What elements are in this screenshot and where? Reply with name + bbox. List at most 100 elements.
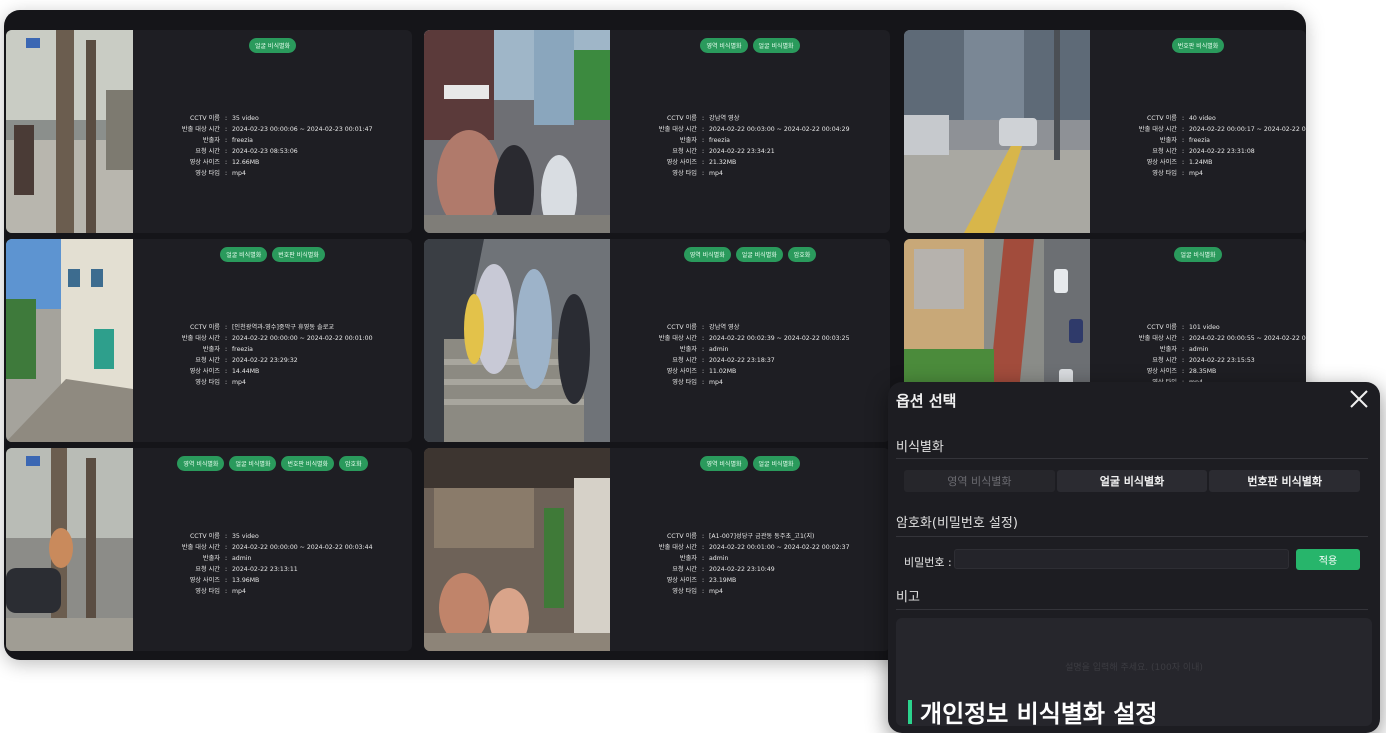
badge: 얼굴 비식별화 bbox=[1174, 247, 1222, 262]
video-thumbnail[interactable] bbox=[424, 30, 610, 233]
meta-label: 반출자 bbox=[1159, 346, 1177, 353]
close-icon[interactable] bbox=[1348, 388, 1370, 410]
meta-value: mp4 bbox=[232, 379, 246, 386]
meta-label: 영상 사이즈 bbox=[189, 368, 220, 375]
meta-label: 영상 사이즈 bbox=[666, 368, 697, 375]
deid-option-group: 영역 비식별화 얼굴 비식별화 번호판 비식별화 bbox=[904, 470, 1361, 492]
meta-value: 2024-02-22 23:13:11 bbox=[232, 566, 298, 573]
option-face-deid[interactable]: 얼굴 비식별화 bbox=[1056, 470, 1208, 492]
meta-label: CCTV 이름 bbox=[666, 115, 697, 122]
meta-label: CCTV 이름 bbox=[1146, 324, 1177, 331]
video-meta: CCTV 이름:40 video 반출 대상 시간:2024-02-22 00:… bbox=[1090, 113, 1306, 179]
video-card[interactable]: 영역 비식별화 얼굴 비식별화 CCTV 이름: [A1-007]성당구 금관동 … bbox=[424, 448, 890, 651]
meta-value: freezia bbox=[1189, 137, 1210, 144]
meta-value: 23.19MB bbox=[709, 577, 737, 584]
meta-label: 반출 대상 시간 bbox=[1138, 126, 1177, 133]
meta-label: 반출자 bbox=[1159, 137, 1177, 144]
meta-label: 영상 사이즈 bbox=[666, 159, 697, 166]
meta-value: mp4 bbox=[709, 588, 723, 595]
meta-label: CCTV 이름 bbox=[666, 533, 697, 540]
video-card[interactable]: 얼굴 비식별화 CCTV 이름:35 video 반출 대상 시간:2024-0… bbox=[6, 30, 412, 233]
password-label: 비밀번호 : bbox=[904, 556, 952, 569]
meta-value: 101 video bbox=[1189, 324, 1220, 331]
meta-label: CCTV 이름 bbox=[189, 324, 220, 331]
meta-value: 13.96MB bbox=[232, 577, 260, 584]
meta-value: mp4 bbox=[1189, 170, 1203, 177]
meta-value: 2024-02-23 00:00:06 ~ 2024-02-23 00:01:4… bbox=[232, 126, 373, 133]
meta-value: admin bbox=[709, 346, 729, 353]
meta-value: 2024-02-22 00:00:55 ~ 2024-02-22 00:02:5… bbox=[1189, 335, 1306, 342]
meta-label: 반출 대상 시간 bbox=[658, 335, 697, 342]
meta-label: 반출자 bbox=[679, 555, 697, 562]
meta-label: 영상 타입 bbox=[195, 588, 220, 595]
meta-value: 11.02MB bbox=[709, 368, 737, 375]
meta-value: 2024-02-22 00:03:00 ~ 2024-02-22 00:04:2… bbox=[709, 126, 850, 133]
password-input[interactable] bbox=[954, 549, 1289, 569]
apply-button[interactable]: 적용 bbox=[1296, 549, 1360, 570]
video-meta: CCTV 이름:101 video 반출 대상 시간:2024-02-22 00… bbox=[1090, 322, 1306, 388]
meta-label: 반출 대상 시간 bbox=[181, 335, 220, 342]
divider bbox=[896, 536, 1368, 537]
meta-value: 2024-02-22 23:18:37 bbox=[709, 357, 775, 364]
meta-label: 반출 대상 시간 bbox=[181, 544, 220, 551]
meta-value: [인천광역과-영수]중막구 휴영동 솔로교 bbox=[232, 324, 335, 331]
meta-value: 12.66MB bbox=[232, 159, 260, 166]
badge-list: 영역 비식별화 얼굴 비식별화 번호판 비식별화 암호화 bbox=[133, 456, 412, 471]
meta-value: 35 video bbox=[232, 533, 259, 540]
badge-list: 얼굴 비식별화 bbox=[133, 38, 412, 53]
option-area-deid[interactable]: 영역 비식별화 bbox=[904, 470, 1055, 492]
video-meta: CCTV 이름:35 video 반출 대상 시간:2024-02-22 00:… bbox=[133, 531, 373, 597]
meta-label: 반출 대상 시간 bbox=[658, 544, 697, 551]
video-meta: CCTV 이름:35 video 반출 대상 시간:2024-02-23 00:… bbox=[133, 113, 373, 179]
badge: 영역 비식별화 bbox=[700, 38, 748, 53]
meta-label: 영상 사이즈 bbox=[666, 577, 697, 584]
meta-value: 2024-02-22 00:01:00 ~ 2024-02-22 00:02:3… bbox=[709, 544, 850, 551]
video-card[interactable]: 영역 비식별화 얼굴 비식별화 번호판 비식별화 암호화 CCTV 이름:35 … bbox=[6, 448, 412, 651]
option-plate-deid[interactable]: 번호판 비식별화 bbox=[1209, 470, 1361, 492]
meta-value: freezia bbox=[232, 137, 253, 144]
video-meta: CCTV 이름: [A1-007]성당구 금관동 동주초_고1(지) 반출 대상 … bbox=[610, 531, 850, 597]
meta-value: 40 video bbox=[1189, 115, 1216, 122]
video-card[interactable]: 번호판 비식별화 CCTV 이름:40 video 반출 대상 시간:2024-… bbox=[904, 30, 1306, 233]
meta-value: mp4 bbox=[232, 170, 246, 177]
badge: 암호화 bbox=[339, 456, 368, 471]
meta-label: 요청 시간 bbox=[1152, 148, 1177, 155]
video-thumbnail[interactable] bbox=[904, 30, 1090, 233]
meta-label: 영상 타입 bbox=[672, 588, 697, 595]
meta-label: 반출 대상 시간 bbox=[1138, 335, 1177, 342]
badge: 영역 비식별화 bbox=[700, 456, 748, 471]
video-thumbnail[interactable] bbox=[6, 239, 133, 442]
video-card[interactable]: 영역 비식별화 얼굴 비식별화 CCTV 이름: 강남역 영상 반출 대상 시간:… bbox=[424, 30, 890, 233]
meta-value: 2024-02-22 00:00:00 ~ 2024-02-22 00:01:0… bbox=[232, 335, 373, 342]
video-card[interactable]: 얼굴 비식별화 번호판 비식별화 CCTV 이름: [인천광역과-영수]중막구 휴… bbox=[6, 239, 412, 442]
caption-text: 개인정보 비식별화 설정 bbox=[920, 700, 1158, 728]
video-thumbnail[interactable] bbox=[424, 448, 610, 651]
meta-label: 요청 시간 bbox=[672, 148, 697, 155]
meta-value: 2024-02-22 23:34:21 bbox=[709, 148, 775, 155]
meta-label: 영상 사이즈 bbox=[1146, 159, 1177, 166]
badge-list: 영역 비식별화 얼굴 비식별화 bbox=[610, 38, 890, 53]
meta-label: 영상 타입 bbox=[672, 170, 697, 177]
video-thumbnail[interactable] bbox=[6, 448, 133, 651]
video-thumbnail[interactable] bbox=[6, 30, 133, 233]
badge: 얼굴 비식별화 bbox=[752, 38, 800, 53]
meta-label: 요청 시간 bbox=[672, 566, 697, 573]
meta-value: 28.35MB bbox=[1189, 368, 1217, 375]
dialog-title: 옵션 선택 bbox=[896, 392, 957, 410]
video-thumbnail[interactable] bbox=[424, 239, 610, 442]
meta-label: 요청 시간 bbox=[195, 357, 220, 364]
meta-value: 2024-02-22 00:00:17 ~ 2024-02-22 00:01:2… bbox=[1189, 126, 1306, 133]
meta-label: CCTV 이름 bbox=[189, 533, 220, 540]
meta-label: 반출자 bbox=[202, 346, 220, 353]
video-meta: CCTV 이름: 강남역 영상 반출 대상 시간:2024-02-22 00:03… bbox=[610, 113, 850, 179]
video-card[interactable]: 영역 비식별화 얼굴 비식별화 암호화 CCTV 이름: 강남역 영상 반출 대상… bbox=[424, 239, 890, 442]
meta-label: 영상 사이즈 bbox=[189, 577, 220, 584]
badge: 얼굴 비식별화 bbox=[752, 456, 800, 471]
badge: 얼굴 비식별화 bbox=[229, 456, 277, 471]
meta-value: admin bbox=[1189, 346, 1209, 353]
meta-value: 2024-02-23 08:53:06 bbox=[232, 148, 298, 155]
caption: 개인정보 비식별화 설정 bbox=[908, 694, 1158, 729]
badge: 얼굴 비식별화 bbox=[220, 247, 268, 262]
video-meta: CCTV 이름: [인천광역과-영수]중막구 휴영동 솔로교 반출 대상 시간:2… bbox=[133, 322, 373, 388]
meta-value: 2024-02-22 23:29:32 bbox=[232, 357, 298, 364]
